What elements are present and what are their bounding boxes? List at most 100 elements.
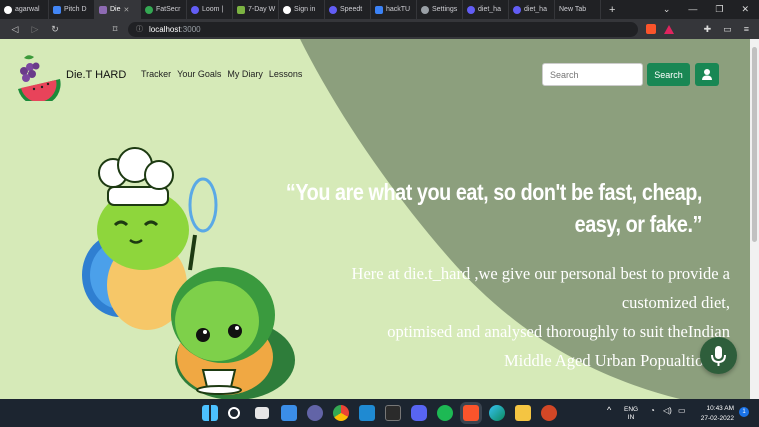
brave-browser-icon[interactable] — [463, 405, 479, 421]
google-icon — [283, 5, 291, 14]
language-code: ENG — [624, 406, 639, 413]
spotify-icon[interactable] — [437, 405, 453, 421]
tab-5[interactable]: 7-Day W — [233, 0, 279, 19]
nav-link-lessons[interactable]: Lessons — [269, 69, 303, 79]
tab-label: diet_ha — [478, 6, 501, 13]
widgets-icon[interactable] — [281, 405, 297, 421]
menu-icon[interactable]: ≡ — [744, 24, 749, 35]
tab-label: New Tab — [559, 6, 587, 13]
scrollbar-thumb[interactable] — [752, 47, 757, 242]
tab-label: Pitch D — [64, 6, 87, 13]
tab-label: Sign in — [294, 6, 316, 13]
tab-11[interactable]: diet_ha — [509, 0, 555, 19]
wifi-icon[interactable]: ◔ — [650, 406, 655, 415]
tab-1[interactable]: Pitch D — [49, 0, 95, 19]
teams-chat-icon[interactable] — [307, 405, 323, 421]
tab-label: Loom | — [202, 6, 224, 13]
loom-icon — [513, 5, 521, 14]
search-button[interactable]: Search — [647, 63, 690, 86]
tab-6[interactable]: Sign in — [279, 0, 325, 19]
nav-link-your-goals[interactable]: Your Goals — [177, 69, 221, 79]
volume-icon[interactable]: ◁) — [663, 406, 672, 415]
wallet-icon[interactable]: ▭ — [723, 24, 732, 35]
tab-4[interactable]: Loom | — [187, 0, 233, 19]
task-view-icon[interactable] — [255, 407, 269, 419]
fatsecret-icon — [145, 5, 153, 14]
back-icon[interactable]: ◁ — [10, 24, 20, 35]
file-explorer-icon[interactable] — [515, 405, 531, 421]
speedtest-icon — [329, 5, 337, 14]
tab-label: Settings — [432, 6, 458, 13]
clock-date: 27-02-2022 — [700, 415, 734, 422]
brand-name[interactable]: Die.T HARD — [66, 69, 126, 81]
watermelon-grape-logo-icon[interactable] — [10, 49, 64, 101]
tray-chevron-icon[interactable]: ^ — [607, 405, 611, 415]
puzzle-icon[interactable]: ✚ — [704, 24, 712, 35]
system-clock[interactable]: 10:43 AM 27-02-2022 — [694, 404, 734, 424]
gear-icon — [421, 5, 429, 14]
voice-input-button[interactable] — [700, 337, 737, 374]
nav-link-tracker[interactable]: Tracker — [141, 69, 171, 79]
discord-icon[interactable] — [411, 405, 427, 421]
tab-strip: agarwal Pitch D Die ✕ FatSecr Loom | 7-Da… — [0, 0, 759, 19]
search-input[interactable] — [542, 63, 643, 86]
region-code: IN — [627, 414, 635, 421]
window-controls: ⌄ — ❐ ✕ — [663, 4, 759, 15]
forward-icon[interactable]: ▷ — [30, 24, 40, 35]
vscode-icon[interactable] — [359, 405, 375, 421]
notification-badge[interactable]: 1 — [739, 407, 749, 417]
tab-8[interactable]: hackTU — [371, 0, 417, 19]
user-profile-button[interactable] — [695, 63, 719, 86]
tab-9[interactable]: Settings — [417, 0, 463, 19]
loom-icon — [467, 5, 475, 14]
windows-start-icon[interactable] — [202, 405, 218, 421]
page-viewport: Die.T HARD Tracker Your Goals My Diary L… — [0, 39, 750, 399]
windows-taskbar: ^ ENG IN ◔ ◁) ▭ 10:43 AM 27-02-2022 1 — [0, 399, 759, 427]
url-port: :3000 — [180, 24, 201, 34]
tab-3[interactable]: FatSecr — [141, 0, 187, 19]
url-host: localhost — [149, 24, 181, 34]
hero-description-line-2: customized diet, — [621, 293, 730, 312]
reload-icon[interactable]: ↻ — [50, 24, 60, 35]
tab-12[interactable]: New Tab — [555, 0, 601, 19]
edge-icon[interactable] — [489, 405, 505, 421]
tab-2-active[interactable]: Die ✕ — [95, 0, 141, 19]
microphone-icon — [711, 346, 726, 366]
hero-description-line-3: optimised and analysed thoroughly to sui… — [387, 322, 730, 341]
github-icon — [4, 5, 12, 14]
tab-7[interactable]: Speedt — [325, 0, 371, 19]
brave-rewards-icon[interactable] — [664, 24, 674, 34]
loom-icon — [191, 5, 199, 14]
hero-description-line-1: Here at die.t_hard ,we give our personal… — [351, 264, 730, 283]
terminal-icon[interactable] — [385, 405, 401, 421]
bookmark-icon[interactable]: ⌑ — [110, 24, 120, 35]
page-scrollbar[interactable] — [750, 39, 759, 399]
tab-label: FatSecr — [156, 6, 181, 13]
close-window-icon[interactable]: ✕ — [741, 4, 749, 15]
hero-quote-line-1: “You are what you eat, so don't be fast,… — [285, 179, 703, 205]
tab-label: diet_ha — [524, 6, 547, 13]
address-bar: ◁ ▷ ↻ ⌑ ⓘ localhost:3000 ✚ ▭ ≡ — [0, 19, 759, 39]
main-nav: Tracker Your Goals My Diary Lessons — [141, 69, 302, 79]
minimize-icon[interactable]: — — [688, 4, 697, 15]
url-field[interactable]: ⓘ localhost:3000 — [128, 21, 638, 37]
hero-description-line-4: Middle Aged Urban Popualtion — [504, 351, 712, 370]
image-icon — [237, 5, 245, 14]
nav-link-my-diary[interactable]: My Diary — [227, 69, 263, 79]
tab-search-chevron-icon[interactable]: ⌄ — [663, 4, 671, 15]
tab-0[interactable]: agarwal — [0, 0, 49, 19]
brave-shield-icon[interactable] — [646, 24, 656, 34]
chrome-icon[interactable] — [333, 405, 349, 421]
info-icon[interactable]: ⓘ — [136, 24, 143, 34]
user-icon — [702, 69, 712, 80]
close-tab-icon[interactable]: ✕ — [124, 6, 130, 14]
search-icon[interactable] — [228, 407, 240, 419]
clock-time: 10:43 AM — [706, 405, 734, 412]
language-indicator[interactable]: ENG IN — [624, 406, 638, 422]
new-tab-plus-icon[interactable]: + — [609, 4, 615, 16]
tab-10[interactable]: diet_ha — [463, 0, 509, 19]
powerpoint-icon[interactable] — [541, 405, 557, 421]
tab-label: Speedt — [340, 6, 363, 13]
maximize-icon[interactable]: ❐ — [715, 4, 723, 15]
battery-icon[interactable]: ▭ — [678, 406, 686, 415]
